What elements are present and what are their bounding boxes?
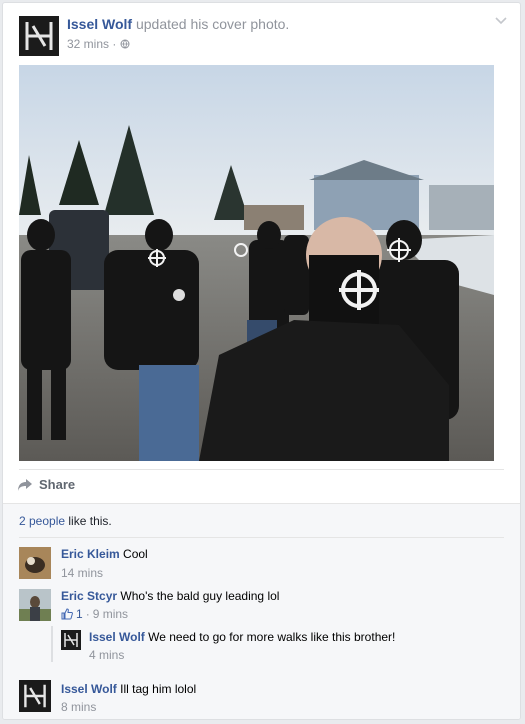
- author-name-link[interactable]: Issel Wolf: [67, 16, 132, 32]
- comment-text: Cool: [123, 547, 148, 561]
- reply-author-avatar[interactable]: [61, 630, 81, 650]
- dog-photo-avatar: [19, 547, 51, 579]
- commenter-avatar[interactable]: [19, 680, 51, 712]
- comment-body: Eric Stcyr Who's the bald guy leading lo…: [61, 589, 279, 603]
- comment-like-count[interactable]: 1: [76, 607, 83, 621]
- share-arrow-icon: [18, 478, 32, 491]
- comments-section: 2 people like this. Eric Kleim Cool 14 m…: [3, 503, 520, 719]
- cover-photo-image: [19, 65, 494, 461]
- author-avatar[interactable]: [19, 16, 59, 56]
- globe-icon[interactable]: [120, 39, 130, 49]
- wolfsangel-logo: [19, 16, 59, 56]
- meta-separator: ·: [85, 607, 90, 621]
- post-card: Issel Wolf updated his cover photo. 32 m…: [2, 2, 521, 720]
- comment-time[interactable]: 9 mins: [93, 607, 128, 621]
- comment-author-link[interactable]: Eric Kleim: [61, 547, 120, 561]
- likes-count-link[interactable]: 2 people: [19, 514, 65, 528]
- action-divider: [19, 469, 504, 470]
- meta-separator: ·: [112, 37, 117, 51]
- reply-body: Issel Wolf We need to go for more walks …: [89, 630, 395, 644]
- share-label: Share: [39, 477, 76, 492]
- commenter-avatar[interactable]: [19, 547, 51, 579]
- comment-author-link[interactable]: Issel Wolf: [89, 630, 145, 644]
- comment-time[interactable]: 4 mins: [89, 648, 124, 662]
- likes-suffix: like this.: [68, 514, 112, 528]
- comment-text: Who's the bald guy leading lol: [120, 589, 280, 603]
- comment-text: Ill tag him lolol: [120, 682, 197, 696]
- outdoor-photo-avatar: [19, 589, 51, 621]
- chevron-down-icon[interactable]: [494, 13, 508, 27]
- comment-time[interactable]: 14 mins: [61, 566, 103, 580]
- like-thumb-icon[interactable]: [61, 608, 73, 620]
- wolfsangel-logo: [61, 630, 81, 650]
- comment-text: We need to go for more walks like this b…: [148, 630, 396, 644]
- likes-summary: 2 people like this.: [19, 514, 112, 528]
- post-action-text: updated his cover photo.: [135, 16, 290, 32]
- post-header: Issel Wolf updated his cover photo.: [67, 16, 289, 32]
- cover-photo[interactable]: [19, 65, 494, 461]
- comment-body: Eric Kleim Cool: [61, 547, 148, 561]
- commenter-avatar[interactable]: [19, 589, 51, 621]
- comment-body: Issel Wolf Ill tag him lolol: [61, 682, 196, 696]
- share-button[interactable]: Share: [17, 477, 75, 492]
- comment-time[interactable]: 8 mins: [61, 700, 96, 714]
- comment-author-link[interactable]: Issel Wolf: [61, 682, 117, 696]
- comment-author-link[interactable]: Eric Stcyr: [61, 589, 117, 603]
- reply-thread-line: [51, 626, 53, 662]
- comment-meta: 1 · 9 mins: [61, 607, 128, 621]
- wolfsangel-logo: [19, 680, 51, 712]
- likes-divider: [19, 537, 504, 538]
- post-meta: 32 mins ·: [67, 37, 130, 51]
- post-time[interactable]: 32 mins: [67, 37, 109, 51]
